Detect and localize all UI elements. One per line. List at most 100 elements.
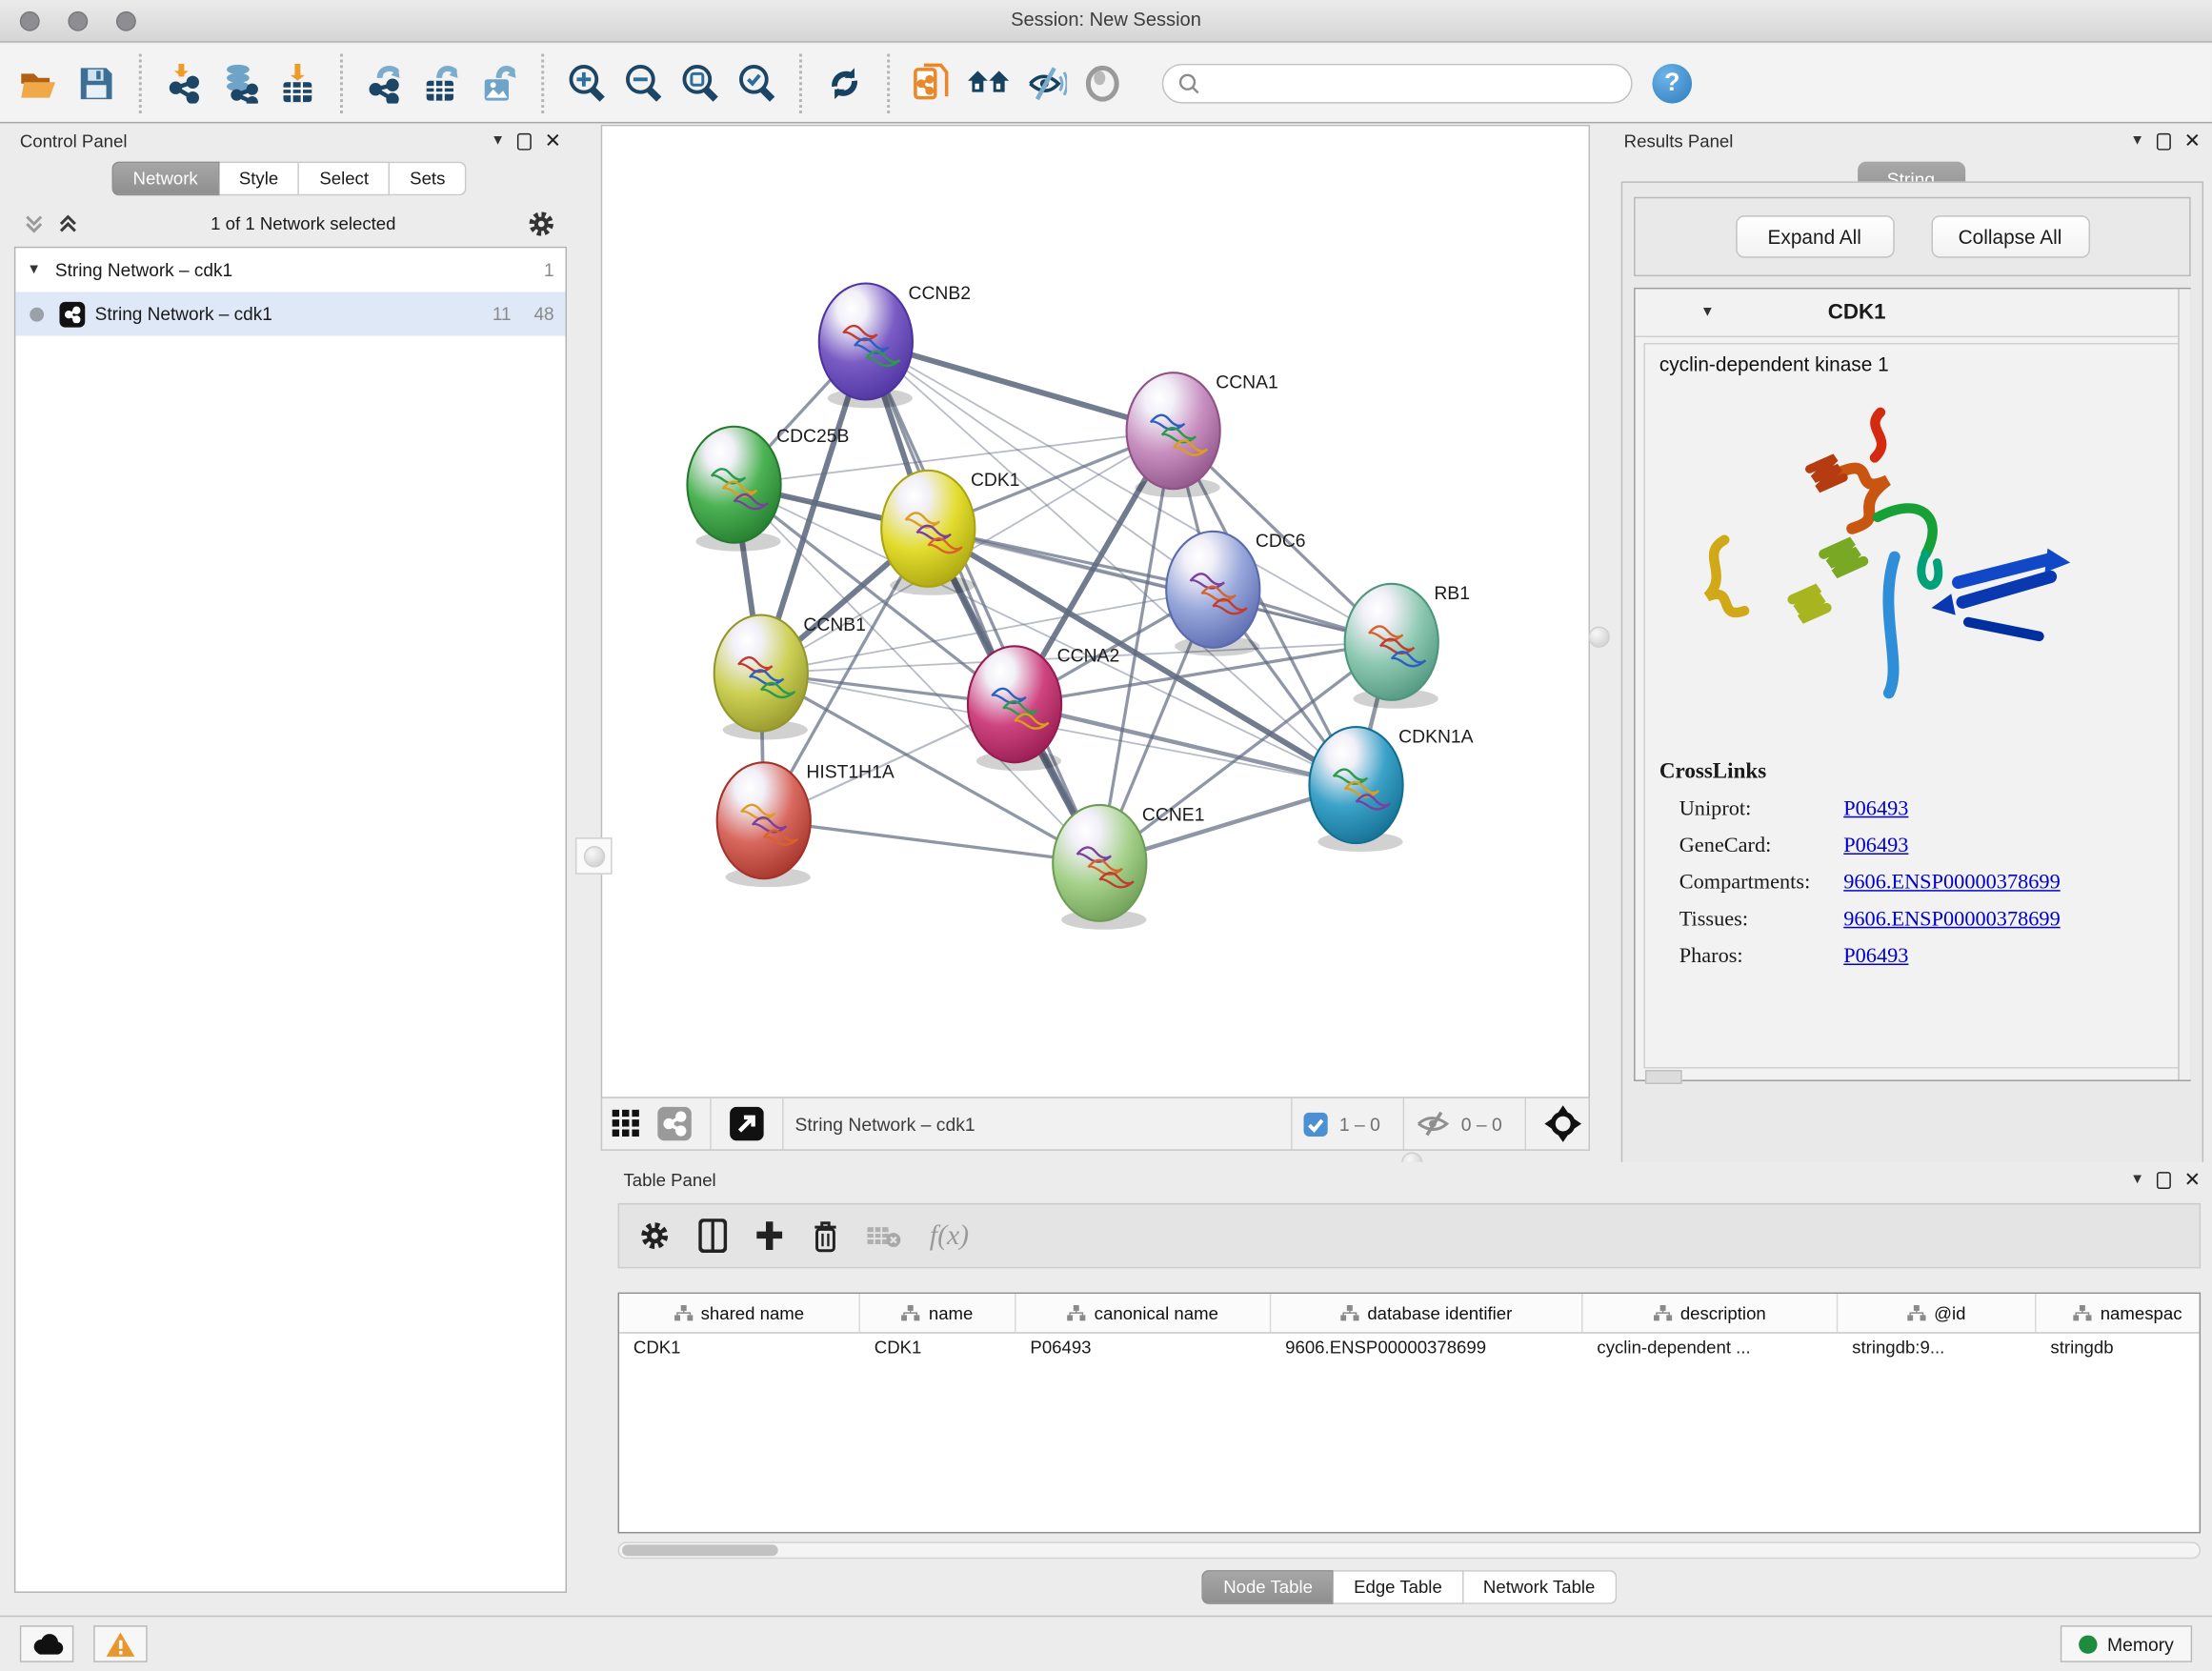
- column-header[interactable]: @id: [1838, 1294, 2036, 1332]
- table-hscrollbar[interactable]: [618, 1541, 2202, 1559]
- left-splitter-handle[interactable]: [575, 837, 613, 875]
- tab-sets[interactable]: Sets: [390, 162, 466, 196]
- network-collection-row[interactable]: ▼ String Network – cdk1 1: [15, 248, 565, 292]
- table-cell[interactable]: CDK1: [619, 1334, 860, 1371]
- export-table-icon[interactable]: [413, 54, 471, 111]
- network-options-gear-icon[interactable]: [527, 210, 555, 238]
- crosslink-link[interactable]: P06493: [1843, 835, 1908, 858]
- open-session-icon[interactable]: [11, 54, 68, 111]
- node-label: CCNA2: [1057, 647, 1120, 667]
- navigator-crosshair-icon[interactable]: [1538, 1096, 1589, 1153]
- expand-all-networks-icon[interactable]: [23, 214, 46, 234]
- collapse-all-networks-icon[interactable]: [57, 214, 80, 234]
- string-import-icon[interactable]: [904, 54, 961, 111]
- cdk1-collapse-icon[interactable]: ▼: [1700, 305, 1715, 320]
- search-field[interactable]: [1162, 63, 1633, 103]
- network-view-toolbar: String Network – cdk1 1 – 0 0 – 0: [601, 1098, 1590, 1151]
- zoom-out-icon[interactable]: [615, 54, 673, 111]
- import-table-file-icon[interactable]: [270, 54, 327, 111]
- collapse-all-button[interactable]: Collapse All: [1931, 215, 2090, 258]
- column-header[interactable]: database identifier: [1271, 1294, 1582, 1332]
- selected-checkbox-icon[interactable]: [1304, 1112, 1328, 1136]
- network-row[interactable]: String Network – cdk1 11 48: [15, 292, 565, 335]
- zoom-in-icon[interactable]: [558, 54, 615, 111]
- network-node-ccna1[interactable]: CCNA1: [1127, 372, 1278, 497]
- column-header[interactable]: shared name: [619, 1294, 860, 1332]
- home-networks-icon[interactable]: [961, 54, 1018, 111]
- tab-network-table[interactable]: Network Table: [1463, 1570, 1617, 1604]
- tab-edge-table[interactable]: Edge Table: [1334, 1570, 1463, 1604]
- export-image-icon[interactable]: [471, 54, 528, 111]
- network-share-icon[interactable]: [651, 1096, 699, 1153]
- zoom-selected-icon[interactable]: [729, 54, 786, 111]
- column-header[interactable]: namespac: [2037, 1294, 2202, 1332]
- float-results-icon[interactable]: [2157, 132, 2171, 150]
- tab-network[interactable]: Network: [111, 162, 219, 196]
- column-header[interactable]: description: [1583, 1294, 1839, 1332]
- collapse-table-icon[interactable]: ▼: [2130, 1172, 2144, 1187]
- zoom-fit-icon[interactable]: [672, 54, 729, 111]
- network-node-cdc6[interactable]: CDC6: [1166, 532, 1305, 656]
- table-row[interactable]: CDK1CDK1P064939606.ENSP00000378699cyclin…: [619, 1334, 2200, 1371]
- string-network-graph[interactable]: CCNB2CCNA1CDC25BCDK1CDC6RB1CCNB1CCNA2CDK…: [602, 126, 1588, 1097]
- warnings-button[interactable]: [93, 1625, 148, 1662]
- collapse-panel-icon[interactable]: ▼: [491, 133, 505, 149]
- table-cell[interactable]: P06493: [1016, 1334, 1272, 1371]
- table-cell[interactable]: stringdb: [2037, 1334, 2202, 1371]
- add-column-icon[interactable]: [755, 1220, 784, 1252]
- column-header[interactable]: canonical name: [1016, 1294, 1272, 1332]
- expand-all-button[interactable]: Expand All: [1735, 215, 1894, 258]
- show-columns-icon[interactable]: [698, 1218, 727, 1253]
- import-network-file-icon[interactable]: [156, 54, 213, 111]
- tab-node-table[interactable]: Node Table: [1202, 1570, 1334, 1604]
- birdseye-grid-icon[interactable]: [602, 1096, 651, 1153]
- close-results-icon[interactable]: ✕: [2184, 129, 2201, 152]
- crosslink-link[interactable]: 9606.ENSP00000378699: [1843, 872, 2060, 896]
- refresh-icon[interactable]: [816, 54, 874, 111]
- network-node-hist1h1a[interactable]: HIST1H1A: [717, 762, 895, 887]
- network-node-cdkn1a[interactable]: CDKN1A: [1309, 727, 1473, 852]
- table-options-gear-icon[interactable]: [639, 1220, 671, 1252]
- network-node-ccne1[interactable]: CCNE1: [1053, 805, 1204, 930]
- save-session-icon[interactable]: [68, 54, 125, 111]
- close-table-icon[interactable]: ✕: [2184, 1168, 2201, 1192]
- crosslink-link[interactable]: P06493: [1843, 797, 1908, 821]
- network-edge[interactable]: [928, 529, 1391, 642]
- toolbar-separator: [541, 53, 544, 112]
- crosslink-link[interactable]: 9606.ENSP00000378699: [1843, 908, 2060, 932]
- float-table-icon[interactable]: [2157, 1171, 2171, 1188]
- float-panel-icon[interactable]: [517, 132, 532, 150]
- table-hscroll-thumb[interactable]: [622, 1544, 778, 1556]
- export-network-icon[interactable]: [357, 54, 414, 111]
- crosslink-link[interactable]: P06493: [1843, 945, 1908, 969]
- table-cell[interactable]: cyclin-dependent ...: [1583, 1334, 1839, 1371]
- search-input[interactable]: [1200, 71, 1617, 94]
- close-panel-icon[interactable]: ✕: [545, 129, 561, 152]
- tab-select[interactable]: Select: [300, 162, 391, 196]
- results-vscroll[interactable]: [2178, 289, 2190, 1079]
- help-icon[interactable]: ?: [1652, 63, 1692, 103]
- results-hscroll-thumb[interactable]: [1645, 1070, 1682, 1084]
- network-selection-summary: 1 of 1 Network selected: [79, 214, 527, 234]
- network-edge[interactable]: [866, 341, 1099, 862]
- network-canvas[interactable]: CCNB2CCNA1CDC25BCDK1CDC6RB1CCNB1CCNA2CDK…: [601, 125, 1590, 1098]
- import-network-database-icon[interactable]: [212, 54, 270, 111]
- table-cell[interactable]: CDK1: [860, 1334, 1016, 1371]
- table-cell[interactable]: stringdb:9...: [1838, 1334, 2036, 1371]
- show-hide-graphics-icon[interactable]: [1075, 54, 1131, 111]
- hide-unhide-icon[interactable]: [1017, 54, 1075, 111]
- collapse-results-icon[interactable]: ▼: [2130, 133, 2144, 149]
- cloud-status-button[interactable]: [20, 1625, 74, 1662]
- right-splitter-handle[interactable]: [1588, 626, 1609, 647]
- memory-button[interactable]: Memory: [2061, 1625, 2192, 1662]
- node-count: 11: [493, 303, 512, 324]
- tab-style[interactable]: Style: [219, 162, 299, 196]
- delete-column-trash-icon[interactable]: [812, 1219, 838, 1252]
- column-header[interactable]: name: [860, 1294, 1016, 1332]
- table-cell[interactable]: 9606.ENSP00000378699: [1271, 1334, 1582, 1371]
- network-node-rb1[interactable]: RB1: [1345, 584, 1470, 709]
- node-table[interactable]: shared namenamecanonical namedatabase id…: [618, 1293, 2202, 1534]
- open-in-browser-icon[interactable]: [723, 1096, 772, 1153]
- network-node-cdc25b[interactable]: CDC25B: [687, 427, 849, 552]
- network-edge[interactable]: [764, 820, 1100, 863]
